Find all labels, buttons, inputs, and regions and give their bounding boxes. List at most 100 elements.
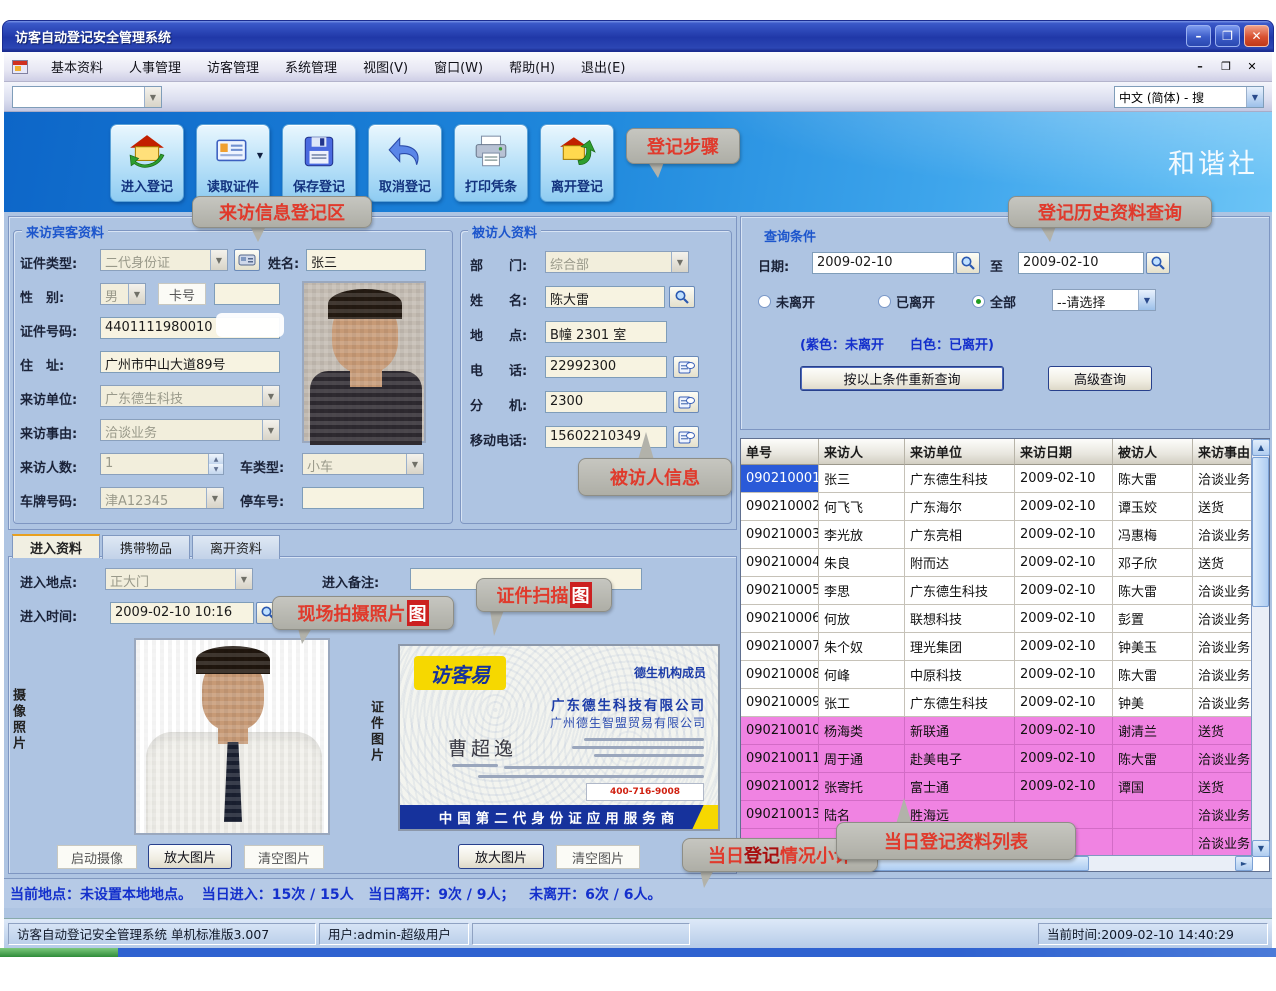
visitor-name-field[interactable]: 张三 (306, 249, 426, 271)
scroll-down-icon[interactable]: ▼ (1252, 840, 1270, 857)
table-row[interactable]: 090210004朱良附而达2009-02-10邓子欣送货 (741, 549, 1269, 577)
menu-item-3[interactable]: 访客管理 (194, 53, 272, 80)
table-row[interactable]: 090210009张工广东德生科技2009-02-10钟美洽谈业务 (741, 689, 1269, 717)
cancel-register-button[interactable]: 取消登记 (368, 124, 442, 202)
sms-icon[interactable] (673, 391, 699, 413)
column-header-5[interactable]: 被访人 (1113, 439, 1193, 465)
cert-type-combo[interactable]: 二代身份证 ▼ (100, 249, 228, 271)
start-camera-button[interactable]: 启动摄像 (57, 845, 137, 869)
radio-not-left[interactable]: 未离开 (758, 292, 815, 311)
scroll-up-icon[interactable]: ▲ (1252, 439, 1270, 456)
menu-item-8[interactable]: 退出(E) (568, 53, 638, 80)
date-picker-icon[interactable] (1146, 252, 1170, 274)
card-no-field[interactable] (214, 283, 280, 305)
requery-button[interactable]: 按以上条件重新查询 (800, 366, 1004, 391)
table-row[interactable]: 090210006何放联想科技2009-02-10彭置洽谈业务 (741, 605, 1269, 633)
table-row[interactable]: 090210002何飞飞广东海尔2009-02-10谭玉姣送货 (741, 493, 1269, 521)
menu-item-7[interactable]: 帮助(H) (496, 53, 568, 80)
chevron-down-icon[interactable]: ▼ (262, 420, 279, 440)
menu-item-5[interactable]: 视图(V) (350, 53, 421, 80)
menu-item-4[interactable]: 系统管理 (272, 53, 350, 80)
chevron-down-icon[interactable]: ▼ (144, 87, 161, 107)
visit-company-combo[interactable]: 广东德生科技 ▼ (100, 385, 280, 407)
enter-place-combo[interactable]: 正大门 ▼ (105, 568, 253, 590)
quick-search-combo[interactable]: ▼ (12, 86, 162, 108)
tab-carried-items[interactable]: 携带物品 (102, 535, 190, 559)
table-row[interactable]: 090210011周于通赴美电子2009-02-10陈大雷洽谈业务 (741, 745, 1269, 773)
leave-register-button[interactable]: 离开登记 (540, 124, 614, 202)
ext-field[interactable]: 2300 (545, 391, 667, 413)
column-header-3[interactable]: 来访单位 (905, 439, 1015, 465)
child-minimize-button[interactable]: – (1190, 58, 1210, 76)
column-header-2[interactable]: 来访人 (819, 439, 905, 465)
vehicle-type-combo[interactable]: 小车 ▼ (302, 453, 424, 475)
zoom-photo-button[interactable]: 放大图片 (148, 844, 232, 869)
plate-combo[interactable]: 津A12345 ▼ (100, 487, 224, 509)
enter-time-field[interactable]: 2009-02-10 10:16 (110, 602, 254, 624)
radio-all[interactable]: 全部 (972, 292, 1016, 311)
sms-icon[interactable] (673, 356, 699, 378)
menu-item-6[interactable]: 窗口(W) (421, 53, 496, 80)
sms-icon[interactable] (673, 426, 699, 448)
chevron-down-icon[interactable]: ▼ (206, 488, 223, 508)
close-button[interactable]: ✕ (1244, 25, 1269, 47)
child-close-button[interactable]: ✕ (1242, 58, 1262, 76)
dropdown-caret-icon[interactable]: ▼ (257, 151, 263, 160)
card-reader-icon[interactable] (234, 249, 260, 271)
scrollbar-thumb[interactable] (1252, 457, 1269, 607)
chevron-down-icon[interactable]: ▼ (128, 284, 145, 304)
advanced-query-button[interactable]: 高级查询 (1048, 366, 1152, 391)
save-register-button[interactable]: 保存登记 (282, 124, 356, 202)
minimize-button[interactable]: – (1186, 25, 1211, 47)
column-header-4[interactable]: 来访日期 (1015, 439, 1113, 465)
visit-reason-combo[interactable]: 洽谈业务 ▼ (100, 419, 280, 441)
read-card-button[interactable]: ▼ 读取证件 (196, 124, 270, 202)
date-to-field[interactable]: 2009-02-10 (1018, 252, 1144, 274)
chevron-down-icon[interactable]: ▼ (1246, 87, 1263, 107)
location-field[interactable]: B幢 2301 室 (545, 321, 667, 343)
chevron-down-icon[interactable]: ▼ (1138, 290, 1155, 310)
radio-label: 全部 (990, 292, 1016, 311)
chevron-down-icon[interactable]: ▼ (210, 250, 227, 270)
clear-photo-button[interactable]: 清空图片 (244, 845, 324, 869)
vertical-scrollbar[interactable]: ▲ ▼ (1251, 439, 1269, 857)
menu-item-2[interactable]: 人事管理 (116, 53, 194, 80)
restore-button[interactable]: ❐ (1215, 25, 1240, 47)
table-row[interactable]: 090210007朱个奴理光集团2009-02-10钟美玉洽谈业务 (741, 633, 1269, 661)
parking-field[interactable] (302, 487, 424, 509)
tab-leave-info[interactable]: 离开资料 (192, 535, 280, 559)
print-slip-button[interactable]: 打印凭条 (454, 124, 528, 202)
table-row[interactable]: 090210001张三广东德生科技2009-02-10陈大雷洽谈业务 (741, 465, 1269, 493)
table-row[interactable]: 090210005李思广东德生科技2009-02-10陈大雷洽谈业务 (741, 577, 1269, 605)
date-picker-icon[interactable] (956, 252, 980, 274)
spin-down-icon[interactable]: ▼ (209, 464, 223, 474)
table-row[interactable]: 090210008何峰中原科技2009-02-10陈大雷洽谈业务 (741, 661, 1269, 689)
chevron-down-icon[interactable]: ▼ (262, 386, 279, 406)
tab-enter-info[interactable]: 进入资料 (12, 534, 100, 558)
visitor-count-stepper[interactable]: 1 ▲▼ (100, 453, 224, 475)
zoom-cert-button[interactable]: 放大图片 (458, 844, 544, 869)
visited-name-field[interactable]: 陈大雷 (545, 286, 665, 308)
radio-left[interactable]: 已离开 (878, 292, 935, 311)
menu-item-1[interactable]: 基本资料 (38, 53, 116, 80)
scroll-right-icon[interactable]: ► (1235, 856, 1253, 871)
filter-select-combo[interactable]: --请选择 ▼ (1052, 289, 1156, 311)
address-field[interactable]: 广州市中山大道89号 (100, 351, 280, 373)
dept-combo[interactable]: 综合部 ▼ (545, 251, 689, 273)
chevron-down-icon[interactable]: ▼ (671, 252, 688, 272)
spin-up-icon[interactable]: ▲ (209, 454, 223, 464)
chevron-down-icon[interactable]: ▼ (406, 454, 423, 474)
phone-field[interactable]: 22992300 (545, 356, 667, 378)
table-row[interactable]: 090210003李光放广东亮相2009-02-10冯惠梅洽谈业务 (741, 521, 1269, 549)
date-from-field[interactable]: 2009-02-10 (812, 252, 954, 274)
chevron-down-icon[interactable]: ▼ (235, 569, 252, 589)
table-row[interactable]: 090210012张寄托富士通2009-02-10谭国送货 (741, 773, 1269, 801)
language-selector[interactable]: 中文 (简体) - 搜 ▼ (1114, 86, 1264, 108)
child-restore-button[interactable]: ❐ (1216, 58, 1236, 76)
table-row[interactable]: 090210010杨海类新联通2009-02-10谢清兰送货 (741, 717, 1269, 745)
column-header-1[interactable]: 单号 (741, 439, 819, 465)
gender-combo[interactable]: 男 ▼ (100, 283, 146, 305)
enter-register-button[interactable]: 进入登记 (110, 124, 184, 202)
search-icon[interactable] (669, 286, 695, 308)
clear-cert-button[interactable]: 清空图片 (556, 845, 640, 869)
